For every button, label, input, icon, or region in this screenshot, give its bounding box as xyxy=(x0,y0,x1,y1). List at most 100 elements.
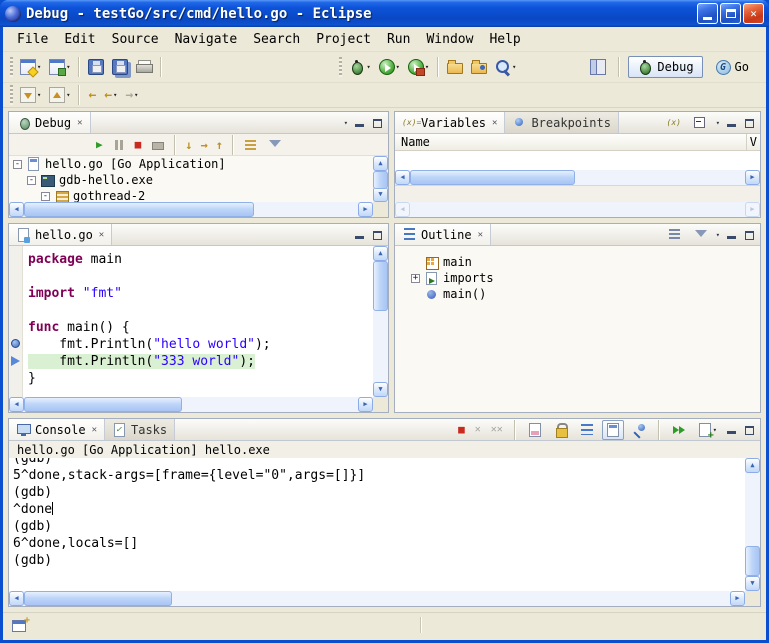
disconnect-button[interactable] xyxy=(146,135,168,155)
debug-vertical-scrollbar[interactable]: ▲ ▼ xyxy=(373,156,388,202)
code-line[interactable] xyxy=(24,268,373,285)
menu-source[interactable]: Source xyxy=(104,29,167,50)
detail-horizontal-scrollbar[interactable]: ◀ ▶ xyxy=(395,202,760,217)
close-tab-icon[interactable]: ✕ xyxy=(99,230,104,240)
show-type-names-button[interactable]: (x) xyxy=(662,113,686,133)
debug-button[interactable]: ▾ xyxy=(345,55,374,79)
scroll-down-button[interactable]: ▼ xyxy=(373,187,388,202)
code-line[interactable]: package main xyxy=(24,251,373,268)
menu-window[interactable]: Window xyxy=(418,29,481,50)
step-over-button[interactable]: → xyxy=(197,135,210,155)
scroll-lock-button[interactable] xyxy=(550,420,572,440)
variables-column-header[interactable]: Name V xyxy=(395,134,760,151)
print-button[interactable] xyxy=(132,55,156,79)
toolbar-grip[interactable] xyxy=(10,57,13,77)
code-line[interactable]: } xyxy=(24,370,373,387)
drop-to-frame-button[interactable] xyxy=(240,135,262,155)
scroll-left-button[interactable]: ◀ xyxy=(9,202,24,217)
forward-button[interactable]: →▾ xyxy=(121,83,142,107)
code-line[interactable]: func main() { xyxy=(24,319,373,336)
remove-launch-button[interactable]: ✕ xyxy=(472,420,484,440)
close-tab-icon[interactable]: ✕ xyxy=(92,425,97,435)
code-editor[interactable]: package mainimport "fmt"func main() { fm… xyxy=(24,246,373,397)
maximize-view-button[interactable] xyxy=(742,422,756,437)
outline-tree[interactable]: main+importsmain() xyxy=(395,246,760,412)
debug-horizontal-scrollbar[interactable]: ◀ ▶ xyxy=(9,202,373,217)
tab-breakpoints[interactable]: Breakpoints xyxy=(505,112,618,133)
scrollbar-thumb[interactable] xyxy=(373,171,388,189)
previous-annotation-button[interactable]: ▾ xyxy=(45,83,74,107)
scrollbar-thumb[interactable] xyxy=(24,397,182,412)
code-line[interactable] xyxy=(24,302,373,319)
menu-project[interactable]: Project xyxy=(308,29,379,50)
terminate-button[interactable]: ■ xyxy=(132,135,145,155)
scroll-up-button[interactable]: ▲ xyxy=(373,156,388,171)
window-titlebar[interactable]: Debug - testGo/src/cmd/hello.go - Eclips… xyxy=(0,0,769,27)
menu-run[interactable]: Run xyxy=(379,29,418,50)
scrollbar-thumb[interactable] xyxy=(24,202,254,217)
tree-row[interactable]: +imports xyxy=(409,270,760,286)
instruction-pointer-marker[interactable] xyxy=(11,356,20,366)
scrollbar-thumb[interactable] xyxy=(745,546,760,576)
scroll-left-button[interactable]: ◀ xyxy=(9,397,24,412)
clear-console-button[interactable] xyxy=(524,420,546,440)
maximize-view-button[interactable] xyxy=(370,115,384,130)
tab-variables[interactable]: Variables ✕ xyxy=(395,112,505,133)
tab-console[interactable]: Console ✕ xyxy=(9,419,105,440)
expander-icon[interactable]: - xyxy=(13,160,22,169)
variables-horizontal-scrollbar[interactable]: ◀ ▶ xyxy=(395,170,760,185)
scroll-right-button[interactable]: ▶ xyxy=(358,397,373,412)
menu-search[interactable]: Search xyxy=(245,29,308,50)
code-line[interactable]: fmt.Println("hello world"); xyxy=(24,336,373,353)
breakpoint-marker[interactable] xyxy=(11,339,20,348)
console-horizontal-scrollbar[interactable]: ◀ ▶ xyxy=(9,591,745,606)
step-return-button[interactable]: ↑ xyxy=(213,135,226,155)
scroll-right-button[interactable]: ▶ xyxy=(730,591,745,606)
toolbar-grip[interactable] xyxy=(10,85,13,105)
collapse-all-button[interactable] xyxy=(690,113,712,133)
scrollbar-thumb[interactable] xyxy=(24,591,172,606)
tab-debug[interactable]: Debug ✕ xyxy=(9,112,91,133)
editor-horizontal-scrollbar[interactable]: ◀ ▶ xyxy=(9,397,373,412)
scroll-right-button[interactable]: ▶ xyxy=(358,202,373,217)
fast-view-button[interactable] xyxy=(9,615,29,635)
view-menu-button[interactable]: ▾ xyxy=(716,231,720,239)
scroll-down-button[interactable]: ▼ xyxy=(373,382,388,397)
minimize-view-button[interactable] xyxy=(352,115,366,130)
terminate-button[interactable]: ■ xyxy=(455,420,468,440)
close-tab-icon[interactable]: ✕ xyxy=(492,118,497,128)
expander-icon[interactable]: - xyxy=(41,192,50,201)
editor-vertical-scrollbar[interactable]: ▲ ▼ xyxy=(373,246,388,397)
scroll-right-button[interactable]: ▶ xyxy=(745,170,760,185)
toolbar-grip[interactable] xyxy=(339,57,342,77)
view-menu-button[interactable]: ▾ xyxy=(344,119,348,127)
tree-row[interactable]: -hello.go [Go Application] xyxy=(9,156,373,172)
editor-ruler[interactable] xyxy=(9,246,23,397)
tree-row[interactable]: -gdb-hello.exe xyxy=(9,172,373,188)
search-button[interactable]: ▾ xyxy=(491,55,520,79)
scroll-left-button[interactable]: ◀ xyxy=(9,591,24,606)
menu-help[interactable]: Help xyxy=(481,29,528,50)
next-annotation-button[interactable]: ▾ xyxy=(16,83,45,107)
resume-button[interactable]: ▶ xyxy=(93,135,106,155)
tree-row[interactable]: main() xyxy=(409,286,760,302)
tree-row[interactable]: -gothread-2 xyxy=(9,188,373,202)
external-tools-button[interactable]: ▾ xyxy=(404,55,433,79)
close-tab-icon[interactable]: ✕ xyxy=(77,118,82,128)
perspective-debug-button[interactable]: Debug xyxy=(628,56,702,78)
word-wrap-button[interactable] xyxy=(576,420,598,440)
console-vertical-scrollbar[interactable]: ▲ ▼ xyxy=(745,458,760,591)
new-go-element-button[interactable]: ▾ xyxy=(45,55,74,79)
scroll-down-button[interactable]: ▼ xyxy=(745,576,760,591)
window-minimize-button[interactable] xyxy=(697,3,718,24)
perspective-go-button[interactable]: G Go xyxy=(707,56,758,78)
last-edit-location-button[interactable]: ← xyxy=(84,83,100,107)
menu-edit[interactable]: Edit xyxy=(56,29,103,50)
show-stdout-button[interactable] xyxy=(602,420,624,440)
save-button[interactable] xyxy=(84,55,108,79)
code-line[interactable]: fmt.Println("333 world"); xyxy=(24,353,373,370)
maximize-view-button[interactable] xyxy=(370,227,384,242)
minimize-view-button[interactable] xyxy=(724,115,738,130)
debug-tree[interactable]: -hello.go [Go Application]-gdb-hello.exe… xyxy=(9,156,373,202)
expander-icon[interactable]: - xyxy=(27,176,36,185)
